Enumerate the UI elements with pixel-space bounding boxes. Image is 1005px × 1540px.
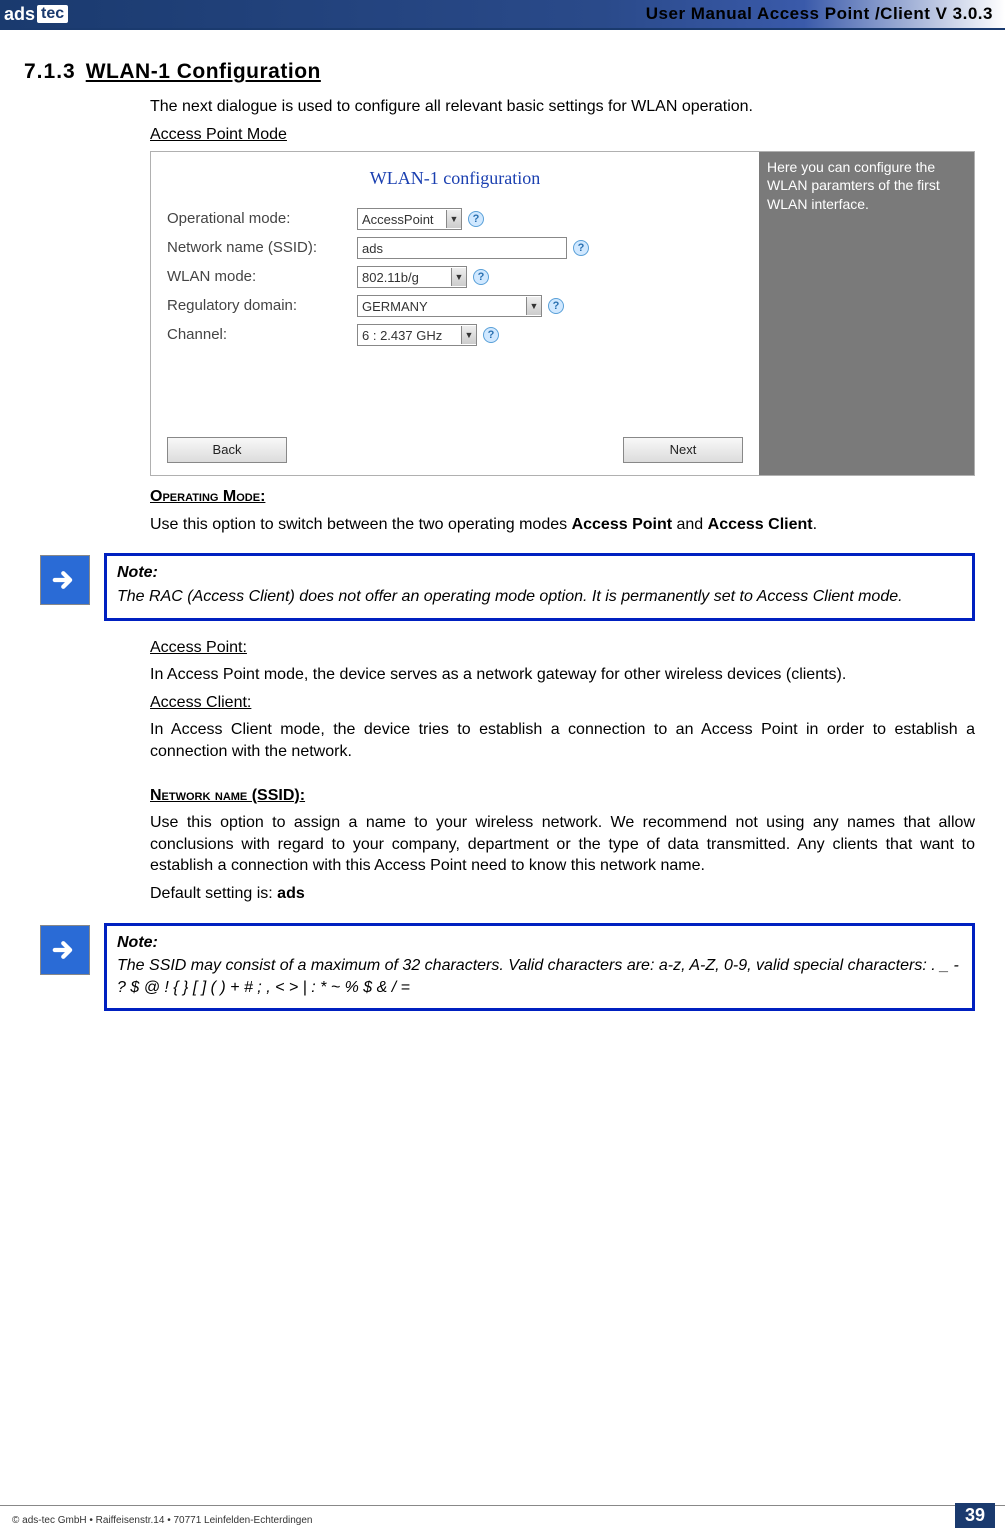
- arrow-icon: [40, 925, 90, 975]
- note-box: Note: The RAC (Access Client) does not o…: [104, 553, 975, 620]
- op-mode-value: AccessPoint: [362, 211, 434, 229]
- chevron-down-icon: ▼: [526, 297, 541, 315]
- channel-label: Channel:: [167, 325, 357, 345]
- note-2: Note: The SSID may consist of a maximum …: [40, 923, 975, 1012]
- note-text: The RAC (Access Client) does not offer a…: [117, 588, 903, 605]
- reg-label: Regulatory domain:: [167, 296, 357, 316]
- section-number: 7.1.3: [24, 60, 76, 84]
- back-button[interactable]: Back: [167, 437, 287, 463]
- ssid-text: Use this option to assign a name to your…: [150, 812, 975, 877]
- next-button[interactable]: Next: [623, 437, 743, 463]
- header-bar: ads tec User Manual Access Point /Client…: [0, 0, 1005, 30]
- arrow-icon: [40, 555, 90, 605]
- reg-value: GERMANY: [362, 298, 428, 316]
- chevron-down-icon: ▼: [446, 210, 461, 228]
- ssid-label: Network name (SSID):: [167, 238, 357, 258]
- ssid-value: ads: [362, 240, 383, 258]
- op-mode-select[interactable]: AccessPoint ▼: [357, 208, 462, 230]
- config-screenshot: WLAN-1 configuration Operational mode: A…: [150, 151, 975, 476]
- note-1: Note: The RAC (Access Client) does not o…: [40, 553, 975, 620]
- access-point-heading: Access Point:: [150, 637, 975, 659]
- logo: ads tec: [0, 0, 68, 28]
- mode-label: Access Point Mode: [150, 124, 975, 146]
- screenshot-title: WLAN-1 configuration: [167, 166, 743, 190]
- wlan-mode-select[interactable]: 802.11b/g ▼: [357, 266, 467, 288]
- channel-select[interactable]: 6 : 2.437 GHz ▼: [357, 324, 477, 346]
- note-box: Note: The SSID may consist of a maximum …: [104, 923, 975, 1012]
- operating-mode-text: Use this option to switch between the tw…: [150, 514, 975, 536]
- section-title: WLAN-1 Configuration: [86, 60, 321, 84]
- access-client-heading: Access Client:: [150, 692, 975, 714]
- page-number: 39: [955, 1503, 995, 1528]
- logo-main: ads: [4, 4, 35, 25]
- intro-text: The next dialogue is used to configure a…: [150, 96, 975, 118]
- screenshot-main: WLAN-1 configuration Operational mode: A…: [151, 152, 759, 475]
- op-mode-label: Operational mode:: [167, 209, 357, 229]
- access-point-text: In Access Point mode, the device serves …: [150, 664, 975, 686]
- note-label: Note:: [117, 932, 962, 954]
- access-client-text: In Access Client mode, the device tries …: [150, 719, 975, 762]
- ssid-heading: Network name (SSID):: [150, 785, 975, 807]
- ssid-input[interactable]: ads: [357, 237, 567, 259]
- screenshot-sidebar: Here you can configure the WLAN paramter…: [759, 152, 974, 475]
- help-icon[interactable]: ?: [573, 240, 589, 256]
- operating-mode-heading: Operating Mode:: [150, 486, 975, 508]
- wlan-mode-value: 802.11b/g: [362, 269, 419, 287]
- note-text: The SSID may consist of a maximum of 32 …: [117, 957, 959, 996]
- help-icon[interactable]: ?: [468, 211, 484, 227]
- footer: © ads-tec GmbH • Raiffeisenstr.14 • 7077…: [0, 1505, 1005, 1528]
- wlan-mode-label: WLAN mode:: [167, 267, 357, 287]
- logo-suffix: tec: [37, 5, 68, 23]
- help-icon[interactable]: ?: [548, 298, 564, 314]
- chevron-down-icon: ▼: [451, 268, 466, 286]
- footer-text: © ads-tec GmbH • Raiffeisenstr.14 • 7077…: [0, 1515, 312, 1526]
- chevron-down-icon: ▼: [461, 326, 476, 344]
- help-icon[interactable]: ?: [483, 327, 499, 343]
- reg-select[interactable]: GERMANY ▼: [357, 295, 542, 317]
- manual-title: User Manual Access Point /Client V 3.0.3: [646, 4, 993, 24]
- section-heading: 7.1.3 WLAN-1 Configuration: [0, 60, 1005, 84]
- ssid-default: Default setting is: ads: [150, 883, 975, 905]
- help-icon[interactable]: ?: [473, 269, 489, 285]
- channel-value: 6 : 2.437 GHz: [362, 327, 442, 345]
- note-label: Note:: [117, 562, 962, 584]
